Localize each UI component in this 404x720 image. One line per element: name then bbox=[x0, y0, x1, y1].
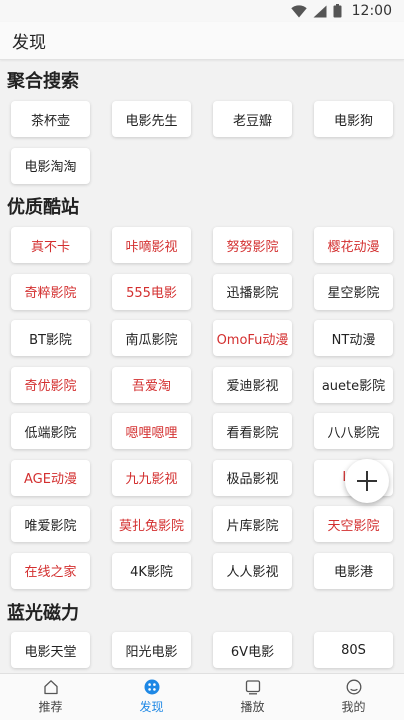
discover-icon bbox=[144, 679, 159, 695]
site-chip[interactable]: 电影狗 bbox=[314, 101, 393, 137]
nav-tab-label: 播放 bbox=[240, 700, 265, 714]
site-chip[interactable]: 天空影院 bbox=[314, 506, 393, 542]
nav-tab-label: 发现 bbox=[139, 700, 164, 714]
site-chip[interactable]: 吾爱淘 bbox=[112, 366, 191, 403]
player-icon bbox=[245, 680, 260, 695]
plus-icon bbox=[357, 471, 377, 491]
site-chip[interactable]: 南瓜影院 bbox=[112, 320, 191, 356]
site-chip[interactable]: 真不卡 bbox=[11, 227, 90, 263]
add-button[interactable] bbox=[345, 459, 389, 503]
site-chip[interactable]: 咔嘀影视 bbox=[112, 227, 191, 263]
site-chip[interactable]: 迅播影院 bbox=[213, 273, 292, 310]
site-chip[interactable]: OmoFu动漫 bbox=[213, 320, 292, 356]
site-chip[interactable]: 看看影院 bbox=[213, 413, 292, 449]
discover-content[interactable]: 聚合搜索 茶杯壶 电影先生 老豆瓣 电影狗电影淘淘 优质酷站 真不卡 咔嘀影视 努努影院樱… bbox=[0, 61, 404, 673]
site-chip[interactable]: 电影港 bbox=[314, 552, 393, 589]
nav-tab-label: 推荐 bbox=[38, 700, 63, 714]
site-chip[interactable]: 在线之家 bbox=[11, 552, 90, 589]
site-chip[interactable]: 人人影视 bbox=[213, 552, 292, 589]
site-chip[interactable]: 八八影院 bbox=[314, 413, 393, 449]
home-icon bbox=[43, 680, 58, 695]
nav-tab-recommend[interactable]: 推荐 bbox=[0, 674, 101, 720]
site-chip[interactable]: 星空影院 bbox=[314, 273, 393, 310]
wifi-icon bbox=[290, 4, 307, 18]
nav-tab-label: 我的 bbox=[341, 700, 366, 714]
site-chip[interactable]: auete影院 bbox=[314, 366, 393, 403]
nav-tab-discover[interactable]: 发现 bbox=[101, 674, 202, 720]
nav-tab-player[interactable]: 播放 bbox=[202, 674, 303, 720]
site-chip[interactable]: 4K影院 bbox=[112, 552, 191, 589]
site-chip[interactable]: 电影天堂 bbox=[11, 632, 90, 668]
section-title-aggregate-search: 聚合搜索 bbox=[7, 71, 79, 92]
site-chip[interactable]: 低端影院 bbox=[11, 413, 90, 449]
site-chip[interactable]: 樱花动漫 bbox=[314, 227, 393, 263]
site-chip[interactable]: 努努影院 bbox=[213, 227, 292, 263]
site-chip[interactable]: 电影淘淘 bbox=[11, 147, 90, 184]
profile-icon bbox=[346, 679, 361, 695]
site-chip[interactable]: 555电影 bbox=[112, 273, 191, 310]
section-title-quality-sites: 优质酷站 bbox=[7, 197, 79, 218]
site-chip[interactable]: 6V电影 bbox=[213, 632, 292, 668]
site-chip[interactable]: 茶杯壶 bbox=[11, 101, 90, 137]
site-chip[interactable]: 九九影视 bbox=[112, 459, 191, 496]
site-chip[interactable]: 唯爱影院 bbox=[11, 506, 90, 542]
site-chip[interactable]: 片库影院 bbox=[213, 506, 292, 542]
nav-tab-profile[interactable]: 我的 bbox=[303, 674, 404, 720]
site-chip[interactable]: 极品影视 bbox=[213, 459, 292, 496]
site-chip[interactable]: 80S bbox=[314, 632, 393, 668]
site-chip[interactable]: BT影院 bbox=[11, 320, 90, 356]
signal-icon bbox=[313, 5, 327, 17]
bottom-navigation: 推荐 发现 播放 我的 bbox=[0, 673, 404, 720]
status-bar: 12:00 bbox=[0, 0, 404, 22]
site-chip[interactable]: 莫扎兔影院 bbox=[112, 506, 191, 542]
site-chip[interactable]: 嗯哩嗯哩 bbox=[112, 413, 191, 449]
section-title-bluray-magnet: 蓝光磁力 bbox=[7, 603, 79, 624]
battery-icon bbox=[333, 4, 342, 18]
site-chip[interactable]: 电影先生 bbox=[112, 101, 191, 137]
site-chip[interactable]: AGE动漫 bbox=[11, 459, 90, 496]
page-title: 发现 bbox=[12, 33, 46, 53]
site-chip[interactable]: 老豆瓣 bbox=[213, 101, 292, 137]
clock: 12:00 bbox=[351, 3, 392, 19]
app-bar: 发现 bbox=[0, 22, 404, 60]
site-chip[interactable]: 奇粹影院 bbox=[11, 273, 90, 310]
site-chip[interactable]: 阳光电影 bbox=[112, 632, 191, 668]
site-chip[interactable]: 奇优影院 bbox=[11, 366, 90, 403]
site-chip[interactable]: NT动漫 bbox=[314, 320, 393, 356]
site-chip[interactable]: 爱迪影视 bbox=[213, 366, 292, 403]
